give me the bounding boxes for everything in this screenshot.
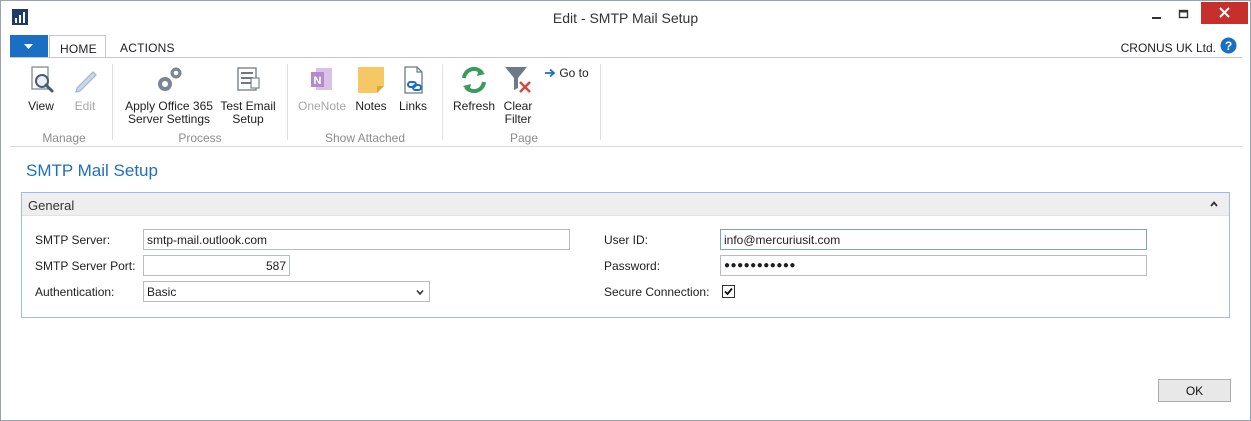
- arrow-right-icon: [545, 68, 556, 78]
- edit-pencil-icon: [75, 71, 97, 93]
- notes-button[interactable]: Notes: [353, 64, 389, 113]
- close-button[interactable]: [1201, 2, 1248, 24]
- view-button[interactable]: View: [26, 64, 56, 113]
- onenote-button[interactable]: N OneNote: [295, 64, 349, 113]
- authentication-select[interactable]: Basic: [143, 281, 430, 302]
- tab-actions[interactable]: ACTIONS: [110, 35, 185, 58]
- gears-icon: [158, 67, 182, 91]
- goto-label: Go to: [559, 66, 589, 80]
- smtp-port-label: SMTP Server Port:: [35, 259, 136, 273]
- authentication-value: Basic: [147, 285, 177, 299]
- authentication-label: Authentication:: [35, 285, 115, 299]
- apply-office365-label-2: Server Settings: [127, 112, 211, 126]
- chevron-up-icon[interactable]: [1209, 199, 1219, 209]
- svg-text:?: ?: [1225, 39, 1232, 53]
- help-icon[interactable]: ?: [1220, 37, 1237, 54]
- edit-label: Edit: [74, 99, 96, 113]
- smtp-server-label: SMTP Server:: [35, 233, 111, 247]
- maximize-button[interactable]: [1164, 3, 1204, 27]
- group-label-show-attached: Show Attached: [324, 131, 406, 145]
- group-separator: [442, 64, 443, 140]
- refresh-label: Refresh: [452, 99, 496, 113]
- application-menu-button[interactable]: [10, 35, 48, 58]
- svg-text:N: N: [314, 75, 322, 87]
- user-id-input[interactable]: [720, 229, 1147, 250]
- ribbon-tab-bar: HOME ACTIONS CRONUS UK Ltd. ?: [1, 34, 1250, 58]
- note-icon: [358, 67, 384, 93]
- view-label: View: [28, 99, 54, 113]
- smtp-port-input[interactable]: [143, 255, 290, 276]
- company-name: CRONUS UK Ltd.: [1120, 41, 1216, 55]
- group-label-page: Page: [509, 131, 539, 145]
- ribbon: View Edit Manage Apply Office 365 Server…: [10, 57, 1242, 147]
- secure-connection-label: Secure Connection:: [604, 285, 710, 299]
- fasttab-header[interactable]: General: [22, 193, 1229, 216]
- user-id-label: User ID:: [604, 233, 649, 247]
- group-label-process: Process: [178, 131, 222, 145]
- chevron-down-icon: [416, 289, 424, 296]
- clear-filter-button[interactable]: Clear Filter: [498, 64, 538, 126]
- test-email-label-2: Setup: [232, 112, 264, 126]
- smtp-server-input[interactable]: [143, 229, 570, 250]
- clear-filter-icon: [505, 67, 531, 93]
- maximize-icon: [1178, 9, 1189, 19]
- clear-filter-label-2: Filter: [504, 112, 532, 126]
- password-input[interactable]: ●●●●●●●●●●●: [720, 255, 1147, 276]
- fasttab-general: General SMTP Server: SMTP Server Port: A…: [21, 192, 1230, 318]
- title-bar: Edit - SMTP Mail Setup: [1, 1, 1250, 34]
- group-separator: [287, 64, 288, 140]
- tab-home[interactable]: HOME: [49, 35, 106, 58]
- secure-connection-checkbox[interactable]: [722, 285, 735, 298]
- window-title: Edit - SMTP Mail Setup: [552, 10, 699, 26]
- document-lines-icon: [237, 67, 260, 91]
- checkmark-icon: [724, 287, 733, 296]
- view-magnifier-icon: [31, 66, 54, 93]
- notes-label: Notes: [355, 99, 387, 113]
- dropdown-triangle-icon: [24, 44, 33, 49]
- links-button[interactable]: Links: [395, 64, 431, 113]
- page-title: SMTP Mail Setup: [26, 161, 158, 180]
- goto-button[interactable]: Go to: [544, 66, 589, 80]
- link-document-icon: [404, 66, 423, 94]
- onenote-icon: N: [311, 68, 332, 90]
- password-label: Password:: [604, 259, 661, 273]
- apply-office365-button[interactable]: Apply Office 365 Server Settings: [122, 64, 216, 126]
- group-label-manage: Manage: [42, 131, 86, 145]
- fasttab-title: General: [28, 198, 75, 213]
- group-separator: [112, 64, 113, 140]
- links-label: Links: [398, 99, 427, 113]
- refresh-icon: [462, 66, 486, 94]
- group-separator: [600, 64, 601, 140]
- ok-button[interactable]: OK: [1158, 379, 1231, 402]
- test-email-setup-button[interactable]: Test Email Setup: [218, 64, 278, 126]
- close-icon: [1219, 7, 1230, 18]
- refresh-button[interactable]: Refresh: [450, 64, 498, 113]
- onenote-label: OneNote: [297, 99, 347, 113]
- smtp-mail-setup-window: Edit - SMTP Mail Setup HOME ACTIONS CRON…: [0, 0, 1251, 421]
- edit-button[interactable]: Edit: [68, 64, 102, 113]
